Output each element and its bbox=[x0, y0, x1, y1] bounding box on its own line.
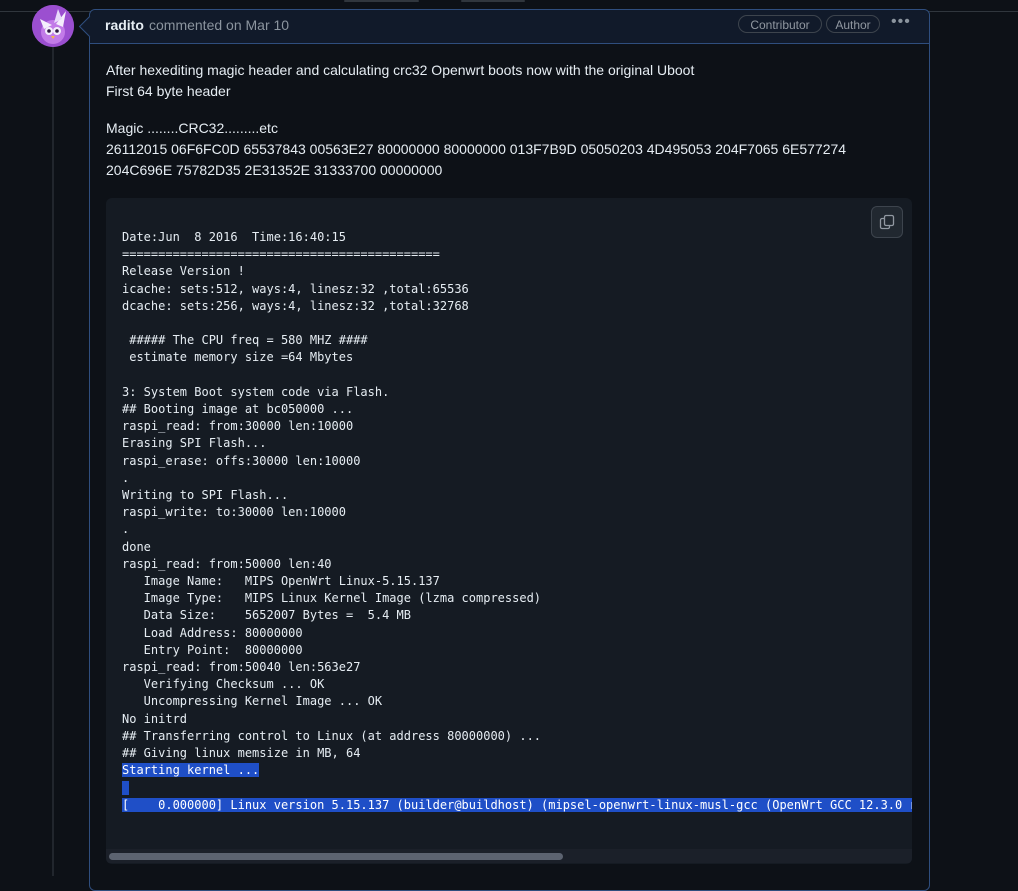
scrollbar-thumb[interactable] bbox=[109, 853, 563, 860]
comment-timestamp[interactable]: commented on Mar 10 bbox=[149, 17, 289, 33]
boot-log-text: Date:Jun 8 2016 Time:16:40:15 ==========… bbox=[122, 230, 542, 761]
comment-author[interactable]: radito bbox=[105, 17, 144, 33]
top-tab-edge bbox=[344, 0, 419, 2]
copy-button[interactable] bbox=[871, 206, 903, 238]
comment-text-line: After hexediting magic header and calcul… bbox=[106, 62, 695, 78]
selected-text: [ 0.000000] Linux version 5.15.137 (buil… bbox=[122, 797, 912, 812]
avatar[interactable] bbox=[32, 5, 74, 47]
comment-text-line: 26112015 06F6FC0D 65537843 00563E27 8000… bbox=[106, 141, 847, 157]
horizontal-scrollbar[interactable] bbox=[106, 849, 912, 863]
comment-box: radito commented on Mar 10 Contributor A… bbox=[78, 9, 930, 891]
comment-header: radito commented on Mar 10 Contributor A… bbox=[78, 10, 929, 44]
comment-text-line: First 64 byte header bbox=[106, 83, 231, 99]
avatar-illustration bbox=[32, 5, 74, 47]
copy-icon bbox=[879, 214, 895, 230]
timeline-line bbox=[52, 44, 54, 876]
comment-text-line: 204C696E 75782D35 2E31352E 31333700 0000… bbox=[106, 162, 443, 178]
contributor-badge: Contributor bbox=[738, 15, 822, 33]
author-badge: Author bbox=[826, 15, 880, 33]
selected-text-blank bbox=[122, 780, 130, 795]
selected-text: Starting kernel ... bbox=[122, 763, 260, 778]
comment-pointer bbox=[78, 15, 101, 38]
boot-log[interactable]: Date:Jun 8 2016 Time:16:40:15 ==========… bbox=[122, 229, 912, 814]
comment-text-line: Magic ........CRC32.........etc bbox=[106, 120, 278, 136]
kebab-horizontal-icon[interactable]: ••• bbox=[891, 13, 911, 31]
code-block[interactable]: Date:Jun 8 2016 Time:16:40:15 ==========… bbox=[106, 198, 912, 864]
top-tab-edge bbox=[461, 0, 525, 2]
